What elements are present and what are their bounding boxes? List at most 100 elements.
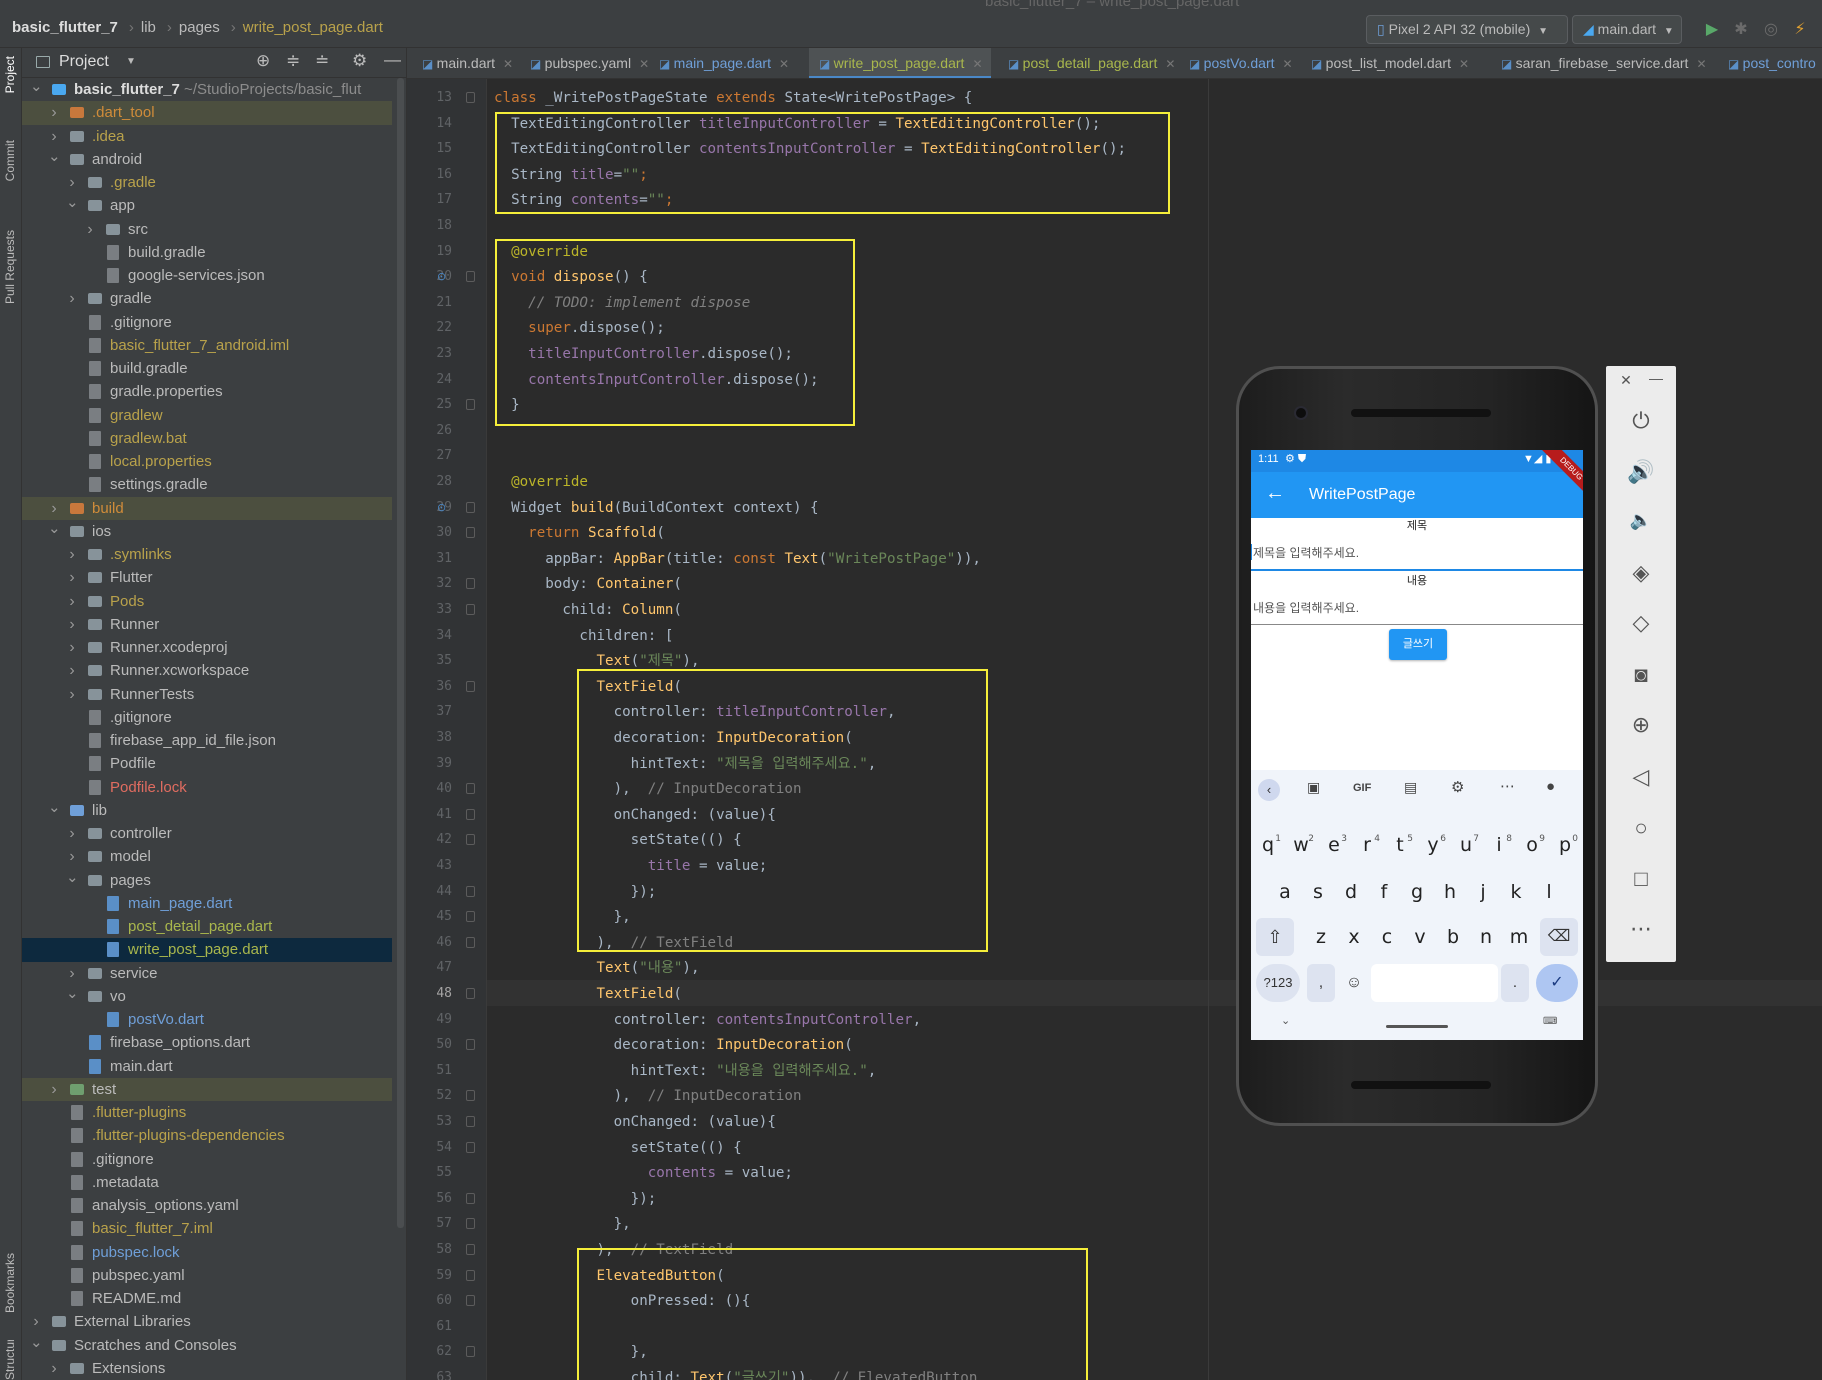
gear-icon[interactable]: ⚙ bbox=[1451, 778, 1464, 796]
fold-marker-icon[interactable] bbox=[466, 501, 475, 513]
fold-marker-icon[interactable] bbox=[466, 834, 475, 846]
gesture-handle[interactable] bbox=[1386, 1025, 1448, 1028]
key-g[interactable]: g bbox=[1403, 873, 1431, 911]
fold-marker-icon[interactable] bbox=[466, 92, 475, 103]
key-f[interactable]: f bbox=[1370, 873, 1398, 911]
fold-marker-icon[interactable] bbox=[466, 604, 475, 615]
bookmarks-tool-button[interactable]: Bookmarks bbox=[3, 1253, 17, 1313]
chevron-right-icon[interactable]: › bbox=[66, 543, 78, 566]
fold-marker-icon[interactable] bbox=[466, 1039, 475, 1051]
profile-icon[interactable]: ◎ bbox=[1761, 20, 1781, 40]
chevron-down-icon[interactable]: ⌄ bbox=[1281, 1014, 1290, 1027]
close-tab-icon[interactable]: ✕ bbox=[503, 57, 513, 71]
fold-marker-icon[interactable] bbox=[466, 988, 475, 999]
close-tab-icon[interactable]: ✕ bbox=[779, 57, 789, 71]
chevron-down-icon[interactable]: ⌄ bbox=[30, 75, 43, 98]
editor-tab[interactable]: ◪ main_page.dart ✕ bbox=[649, 48, 797, 78]
collapse-all-icon[interactable]: ≐ bbox=[315, 51, 329, 71]
fold-marker-icon[interactable] bbox=[466, 680, 475, 692]
chevron-right-icon[interactable]: › bbox=[48, 1357, 60, 1380]
tree-item[interactable]: write_post_page.dart bbox=[22, 938, 392, 962]
project-tool-button[interactable]: Project bbox=[3, 56, 17, 93]
clipboard-icon[interactable]: ▤ bbox=[1404, 779, 1417, 796]
key-h[interactable]: h bbox=[1436, 873, 1464, 911]
chevron-right-icon[interactable]: › bbox=[66, 590, 78, 613]
editor-tab[interactable]: ◪ write_post_page.dart ✕ bbox=[809, 48, 991, 78]
volume-up-icon[interactable]: 🔊 bbox=[1606, 459, 1676, 485]
emoji-key[interactable]: ☺ bbox=[1340, 964, 1368, 1002]
key-i[interactable]: i8 bbox=[1485, 826, 1513, 864]
key-j[interactable]: j bbox=[1469, 873, 1497, 911]
close-tab-icon[interactable]: ✕ bbox=[1283, 57, 1293, 71]
tree-item[interactable]: main.dart bbox=[22, 1055, 392, 1078]
chevron-right-icon[interactable]: › bbox=[84, 218, 96, 241]
key-c[interactable]: c bbox=[1373, 918, 1401, 956]
tree-item[interactable]: gradlew bbox=[22, 404, 392, 427]
key-o[interactable]: o9 bbox=[1518, 826, 1546, 864]
fold-marker-icon[interactable] bbox=[466, 808, 475, 820]
key-m[interactable]: m bbox=[1505, 918, 1533, 956]
key-y[interactable]: y6 bbox=[1419, 826, 1447, 864]
tree-item[interactable]: › Runner bbox=[22, 613, 392, 636]
chevron-right-icon[interactable]: › bbox=[48, 1078, 60, 1101]
fold-marker-icon[interactable] bbox=[466, 1269, 475, 1281]
tree-item[interactable]: ⌄ lib bbox=[22, 799, 392, 822]
tree-item[interactable]: .flutter-plugins bbox=[22, 1101, 392, 1124]
key-z[interactable]: z bbox=[1307, 918, 1335, 956]
editor-tab[interactable]: ◪ post_detail_page.dart ✕ bbox=[998, 48, 1183, 78]
fold-marker-icon[interactable] bbox=[466, 1295, 475, 1307]
key-e[interactable]: e3 bbox=[1320, 826, 1348, 864]
tree-item[interactable]: › External Libraries bbox=[22, 1310, 392, 1333]
run-config-selector[interactable]: ◢ main.dart ▼ bbox=[1572, 15, 1682, 44]
comma-key[interactable]: , bbox=[1307, 964, 1335, 1002]
back-icon[interactable]: ◁ bbox=[1606, 764, 1676, 790]
override-marker-icon[interactable]: ⊙ bbox=[437, 270, 446, 283]
tree-item[interactable]: gradlew.bat bbox=[22, 427, 392, 450]
fold-marker-icon[interactable] bbox=[466, 1116, 475, 1127]
write-post-button[interactable]: 글쓰기 bbox=[1389, 629, 1447, 660]
breadcrumb-item[interactable]: lib bbox=[141, 19, 156, 36]
gif-button[interactable]: GIF bbox=[1353, 782, 1371, 794]
tree-item[interactable]: postVo.dart bbox=[22, 1008, 392, 1031]
commit-tool-button[interactable]: Commit bbox=[3, 140, 17, 181]
key-t[interactable]: t5 bbox=[1386, 826, 1414, 864]
zoom-icon[interactable]: ⊕ bbox=[1606, 712, 1676, 738]
tree-item[interactable]: firebase_app_id_file.json bbox=[22, 729, 392, 752]
tree-item[interactable]: README.md bbox=[22, 1287, 392, 1310]
key-r[interactable]: r4 bbox=[1353, 826, 1381, 864]
chevron-down-icon[interactable]: ⌄ bbox=[66, 866, 79, 889]
tree-item[interactable]: › Runner.xcodeproj bbox=[22, 636, 392, 659]
chevron-right-icon[interactable]: › bbox=[66, 566, 78, 589]
tree-item[interactable]: .metadata bbox=[22, 1171, 392, 1194]
chevron-right-icon[interactable]: › bbox=[66, 636, 78, 659]
fold-marker-icon[interactable] bbox=[466, 578, 475, 590]
more-icon[interactable]: ⋯ bbox=[1500, 777, 1515, 795]
fold-marker-icon[interactable] bbox=[466, 1244, 475, 1255]
override-marker-icon[interactable]: ⊙ bbox=[437, 501, 446, 514]
tree-item[interactable]: gradle.properties bbox=[22, 380, 392, 403]
key-a[interactable]: a bbox=[1271, 873, 1299, 911]
tree-item[interactable]: › build bbox=[22, 496, 392, 520]
tree-item[interactable]: settings.gradle bbox=[22, 473, 392, 496]
key-k[interactable]: k bbox=[1502, 873, 1530, 911]
key-b[interactable]: b bbox=[1439, 918, 1467, 956]
editor-tab[interactable]: ◪ post_contro bbox=[1718, 48, 1822, 78]
close-tab-icon[interactable]: ✕ bbox=[639, 57, 649, 71]
editor-tab[interactable]: ◪ main.dart ✕ bbox=[412, 48, 521, 78]
chevron-right-icon[interactable]: › bbox=[48, 101, 60, 124]
chevron-right-icon[interactable]: › bbox=[66, 822, 78, 845]
tree-item[interactable]: Podfile.lock bbox=[22, 776, 392, 799]
fold-marker-icon[interactable] bbox=[466, 1090, 475, 1102]
tree-item[interactable]: pubspec.yaml bbox=[22, 1264, 392, 1287]
key-x[interactable]: x bbox=[1340, 918, 1368, 956]
space-key[interactable] bbox=[1371, 964, 1498, 1002]
tree-item[interactable]: build.gradle bbox=[22, 241, 392, 264]
tree-item[interactable]: firebase_options.dart bbox=[22, 1031, 392, 1054]
run-icon[interactable]: ▶ bbox=[1702, 20, 1722, 40]
chevron-down-icon[interactable]: ⌄ bbox=[48, 796, 61, 819]
key-p[interactable]: p0 bbox=[1551, 826, 1579, 864]
minimize-icon[interactable]: — bbox=[1621, 370, 1691, 386]
volume-down-icon[interactable]: 🔈 bbox=[1606, 510, 1676, 531]
tree-item[interactable]: build.gradle bbox=[22, 357, 392, 380]
chevron-right-icon[interactable]: › bbox=[66, 659, 78, 682]
